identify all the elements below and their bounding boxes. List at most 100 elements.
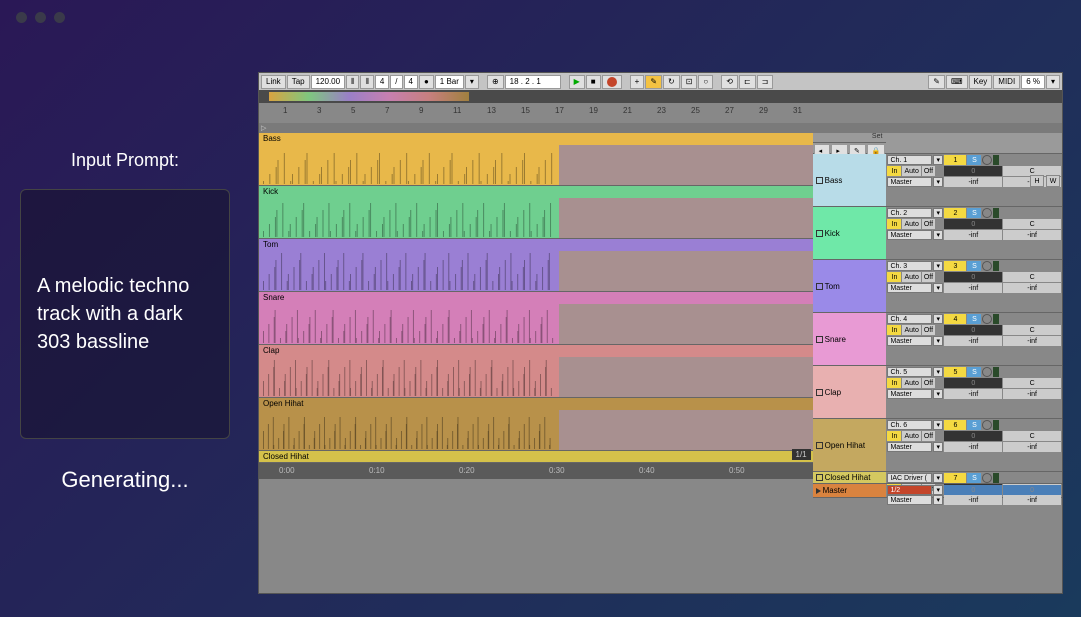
clip-region[interactable] xyxy=(259,357,813,397)
track-header[interactable]: Snare xyxy=(813,313,887,366)
input-channel-select[interactable]: Ch. 1 xyxy=(887,155,932,165)
tap-button[interactable]: Tap xyxy=(287,75,310,89)
master-send[interactable]: 0 xyxy=(944,485,1002,495)
solo-button[interactable]: S xyxy=(967,420,981,430)
output-route-dropdown[interactable]: ▾ xyxy=(933,495,943,505)
clip-header[interactable]: Snare xyxy=(259,292,813,304)
solo-button[interactable]: S xyxy=(967,367,981,377)
track-header[interactable]: Kick xyxy=(813,207,887,260)
monitor-auto-button[interactable]: Auto xyxy=(902,325,920,335)
input-select-dropdown[interactable]: ▾ xyxy=(933,261,943,271)
quantize-field[interactable]: 1 Bar xyxy=(435,75,464,89)
input-channel-select[interactable]: Ch. 3 xyxy=(887,261,932,271)
loop-button[interactable]: ⟲ xyxy=(721,75,738,89)
input-select-dropdown[interactable]: ▾ xyxy=(933,208,943,218)
master-output-select[interactable]: 1/2 xyxy=(887,485,932,495)
track-header[interactable]: Bass xyxy=(813,154,887,207)
monitor-auto-button[interactable]: Auto xyxy=(902,272,920,282)
output-route-dropdown[interactable]: ▾ xyxy=(933,177,943,187)
clip-region[interactable] xyxy=(259,198,813,238)
bpm-field[interactable]: 120.00 xyxy=(311,75,345,89)
draw-mode-button[interactable]: ✎ xyxy=(928,75,945,89)
arm-button[interactable] xyxy=(982,473,992,483)
arm-button[interactable] xyxy=(982,420,992,430)
play-button[interactable]: ▶ xyxy=(569,75,585,89)
input-channel-select[interactable]: IAC Driver ( xyxy=(887,473,932,483)
output-route-dropdown[interactable]: ▾ xyxy=(933,442,943,452)
monitor-off-button[interactable]: Off xyxy=(922,166,935,176)
output-route-select[interactable]: Master xyxy=(887,495,932,505)
pan-center[interactable]: C xyxy=(1003,378,1061,388)
track-number[interactable]: 7 xyxy=(944,473,966,483)
pan-center[interactable]: C xyxy=(1003,272,1061,282)
output-route-dropdown[interactable]: ▾ xyxy=(933,389,943,399)
track-header[interactable]: Tom xyxy=(813,260,887,313)
send-value[interactable]: 0 xyxy=(944,219,1002,229)
pan-center[interactable]: C xyxy=(1003,325,1061,335)
monitor-off-button[interactable]: Off xyxy=(922,378,935,388)
solo-button[interactable]: S xyxy=(967,473,981,483)
computer-midi-button[interactable]: ⌨ xyxy=(946,75,968,89)
input-select-dropdown[interactable]: ▾ xyxy=(933,155,943,165)
pan-center[interactable]: C xyxy=(1003,219,1061,229)
stop-clip-button[interactable] xyxy=(816,177,823,184)
output-route-dropdown[interactable]: ▾ xyxy=(933,336,943,346)
arm-button[interactable] xyxy=(982,314,992,324)
monitor-in-button[interactable]: In xyxy=(887,378,901,388)
bar-ruler[interactable]: 1 3 5 7 9 11 13 15 17 19 21 23 25 27 29 … xyxy=(259,103,1062,123)
clip-region[interactable] xyxy=(259,304,813,344)
input-channel-select[interactable]: Ch. 5 xyxy=(887,367,932,377)
clip-header[interactable]: Kick xyxy=(259,186,813,198)
output-route-dropdown[interactable]: ▾ xyxy=(933,230,943,240)
send-value[interactable]: 0 xyxy=(944,272,1002,282)
session-rec-button[interactable]: ○ xyxy=(698,75,713,89)
stop-clip-button[interactable] xyxy=(816,336,823,343)
input-select-dropdown[interactable]: ▾ xyxy=(933,473,943,483)
track-header[interactable]: Closed Hihat xyxy=(813,472,887,484)
monitor-off-button[interactable]: Off xyxy=(922,325,935,335)
monitor-off-button[interactable]: Off xyxy=(922,431,935,441)
clip-region[interactable] xyxy=(259,145,813,185)
h-view-button[interactable]: H xyxy=(1030,175,1044,187)
monitor-auto-button[interactable]: Auto xyxy=(902,166,920,176)
stop-clip-button[interactable] xyxy=(816,474,823,481)
send-value[interactable]: 0 xyxy=(944,378,1002,388)
clip-header[interactable]: Bass xyxy=(259,133,813,145)
nudge-down-button[interactable]: ⫴ xyxy=(346,75,359,89)
monitor-in-button[interactable]: In xyxy=(887,431,901,441)
marker-lane[interactable]: ▷ xyxy=(259,123,1062,133)
output-route-dropdown[interactable]: ▾ xyxy=(933,283,943,293)
clip-region[interactable] xyxy=(259,251,813,291)
track-number[interactable]: 4 xyxy=(944,314,966,324)
clip-region[interactable] xyxy=(259,410,813,450)
follow-button[interactable]: ⊕ xyxy=(487,75,504,89)
clip-header[interactable]: Clap xyxy=(259,345,813,357)
solo-button[interactable]: S xyxy=(967,314,981,324)
link-button[interactable]: Link xyxy=(261,75,286,89)
clip-header[interactable]: Tom xyxy=(259,239,813,251)
automation-arm-button[interactable]: ✎ xyxy=(645,75,662,89)
metronome-button[interactable]: ● xyxy=(419,75,434,89)
stop-button[interactable]: ■ xyxy=(586,75,601,89)
punch-out-button[interactable]: ⊐ xyxy=(757,75,774,89)
key-map-button[interactable]: Key xyxy=(969,75,993,89)
nudge-up-button[interactable]: ⫴ xyxy=(360,75,373,89)
arm-button[interactable] xyxy=(982,261,992,271)
input-select-dropdown[interactable]: ▾ xyxy=(933,420,943,430)
marker-play-icon[interactable]: ▷ xyxy=(261,124,266,132)
output-route-select[interactable]: Master xyxy=(887,283,932,293)
stop-clip-button[interactable] xyxy=(816,389,823,396)
send-value[interactable]: 0 xyxy=(944,431,1002,441)
monitor-off-button[interactable]: Off xyxy=(922,219,935,229)
input-select-dropdown[interactable]: ▾ xyxy=(933,314,943,324)
track-number[interactable]: 1 xyxy=(944,155,966,165)
overview-region[interactable] xyxy=(269,92,469,101)
master-send[interactable]: 0 xyxy=(1003,485,1061,495)
output-route-select[interactable]: Master xyxy=(887,230,932,240)
arm-button[interactable] xyxy=(982,208,992,218)
timesig-num[interactable]: 4 xyxy=(375,75,389,89)
capture-button[interactable]: ⊡ xyxy=(681,75,698,89)
monitor-in-button[interactable]: In xyxy=(887,166,901,176)
monitor-auto-button[interactable]: Auto xyxy=(902,219,920,229)
input-channel-select[interactable]: Ch. 6 xyxy=(887,420,932,430)
